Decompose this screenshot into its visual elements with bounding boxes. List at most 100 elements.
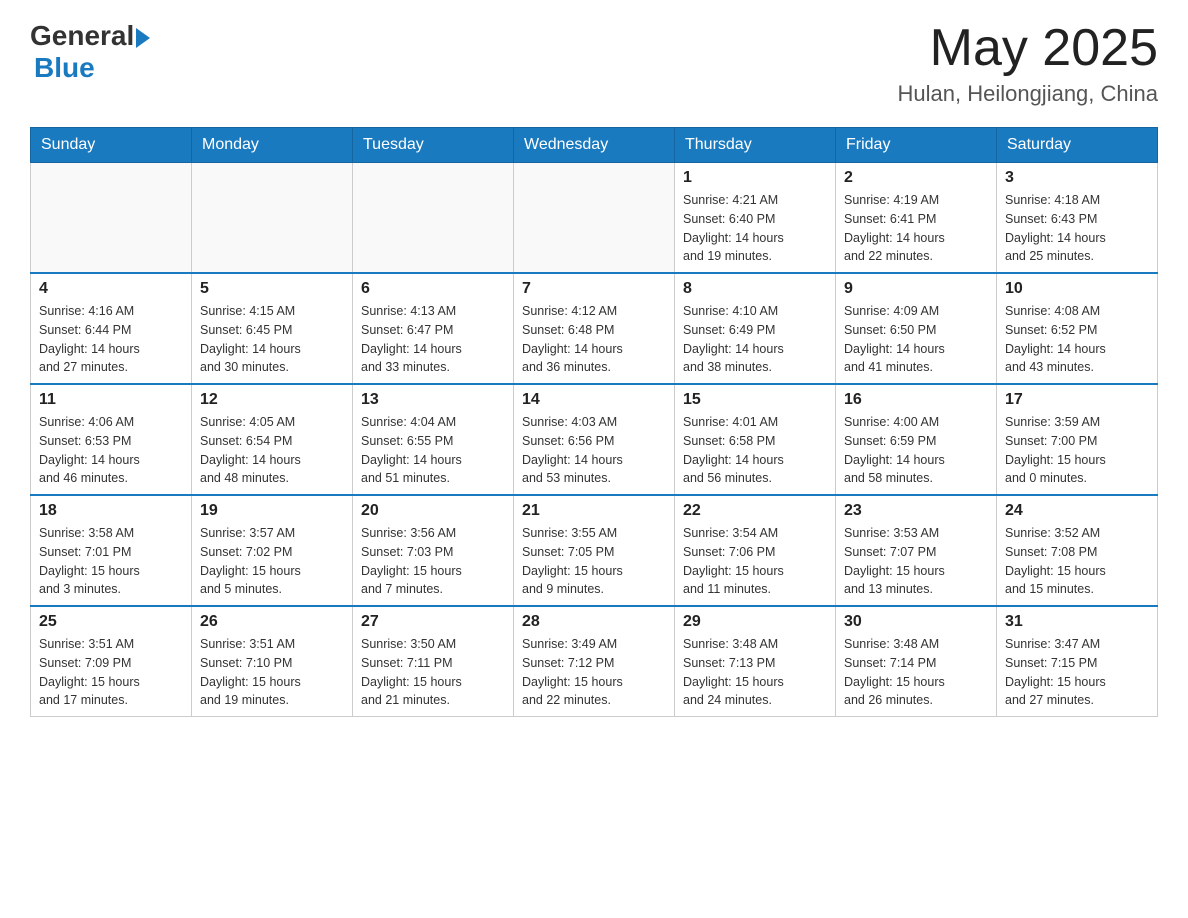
logo-arrow-icon — [136, 28, 150, 48]
day-of-week-header: Sunday — [31, 128, 192, 163]
day-of-week-header: Friday — [836, 128, 997, 163]
day-info: Sunrise: 3:59 AMSunset: 7:00 PMDaylight:… — [1005, 413, 1149, 488]
calendar-day-cell: 6 Sunrise: 4:13 AMSunset: 6:47 PMDaylight… — [353, 273, 514, 384]
calendar-day-cell: 19 Sunrise: 3:57 AMSunset: 7:02 PMDayligh… — [192, 495, 353, 606]
calendar-day-cell: 28 Sunrise: 3:49 AMSunset: 7:12 PMDayligh… — [514, 606, 675, 717]
day-number: 17 — [1005, 391, 1149, 409]
day-number: 3 — [1005, 169, 1149, 187]
day-number: 25 — [39, 613, 183, 631]
day-number: 11 — [39, 391, 183, 409]
day-info: Sunrise: 3:55 AMSunset: 7:05 PMDaylight:… — [522, 524, 666, 599]
calendar-week-row: 11 Sunrise: 4:06 AMSunset: 6:53 PMDayligh… — [31, 384, 1158, 495]
day-info: Sunrise: 4:00 AMSunset: 6:59 PMDaylight:… — [844, 413, 988, 488]
calendar-day-cell: 17 Sunrise: 3:59 AMSunset: 7:00 PMDayligh… — [997, 384, 1158, 495]
day-info: Sunrise: 3:48 AMSunset: 7:13 PMDaylight:… — [683, 635, 827, 710]
calendar-header-row: SundayMondayTuesdayWednesdayThursdayFrid… — [31, 128, 1158, 163]
calendar-day-cell: 31 Sunrise: 3:47 AMSunset: 7:15 PMDayligh… — [997, 606, 1158, 717]
day-info: Sunrise: 3:52 AMSunset: 7:08 PMDaylight:… — [1005, 524, 1149, 599]
calendar-day-cell: 5 Sunrise: 4:15 AMSunset: 6:45 PMDaylight… — [192, 273, 353, 384]
calendar-week-row: 18 Sunrise: 3:58 AMSunset: 7:01 PMDayligh… — [31, 495, 1158, 606]
day-info: Sunrise: 3:56 AMSunset: 7:03 PMDaylight:… — [361, 524, 505, 599]
logo-general-text: General — [30, 20, 134, 52]
calendar-day-cell: 22Sunrise: 3:54 AMSunset: 7:06 PMDayligh… — [675, 495, 836, 606]
calendar-day-cell — [353, 163, 514, 274]
day-info: Sunrise: 4:15 AMSunset: 6:45 PMDaylight:… — [200, 302, 344, 377]
page-header: General Blue May 2025 Hulan, Heilongjian… — [30, 20, 1158, 107]
day-info: Sunrise: 3:53 AMSunset: 7:07 PMDaylight:… — [844, 524, 988, 599]
day-number: 2 — [844, 169, 988, 187]
day-info: Sunrise: 4:10 AMSunset: 6:49 PMDaylight:… — [683, 302, 827, 377]
calendar-day-cell: 25 Sunrise: 3:51 AMSunset: 7:09 PMDayligh… — [31, 606, 192, 717]
day-info: Sunrise: 4:21 AMSunset: 6:40 PMDaylight:… — [683, 191, 827, 266]
calendar-day-cell — [514, 163, 675, 274]
day-of-week-header: Tuesday — [353, 128, 514, 163]
day-info: Sunrise: 4:08 AMSunset: 6:52 PMDaylight:… — [1005, 302, 1149, 377]
day-of-week-header: Thursday — [675, 128, 836, 163]
day-number: 27 — [361, 613, 505, 631]
day-number: 1 — [683, 169, 827, 187]
day-info: Sunrise: 3:51 AMSunset: 7:10 PMDaylight:… — [200, 635, 344, 710]
calendar-day-cell: 1 Sunrise: 4:21 AMSunset: 6:40 PMDaylight… — [675, 163, 836, 274]
day-number: 29 — [683, 613, 827, 631]
day-number: 31 — [1005, 613, 1149, 631]
day-info: Sunrise: 3:49 AMSunset: 7:12 PMDaylight:… — [522, 635, 666, 710]
day-number: 7 — [522, 280, 666, 298]
day-number: 13 — [361, 391, 505, 409]
calendar-day-cell: 27 Sunrise: 3:50 AMSunset: 7:11 PMDayligh… — [353, 606, 514, 717]
day-info: Sunrise: 3:50 AMSunset: 7:11 PMDaylight:… — [361, 635, 505, 710]
calendar-day-cell: 23 Sunrise: 3:53 AMSunset: 7:07 PMDayligh… — [836, 495, 997, 606]
day-info: Sunrise: 4:06 AMSunset: 6:53 PMDaylight:… — [39, 413, 183, 488]
day-number: 6 — [361, 280, 505, 298]
day-number: 24 — [1005, 502, 1149, 520]
calendar-day-cell: 13Sunrise: 4:04 AMSunset: 6:55 PMDayligh… — [353, 384, 514, 495]
day-number: 8 — [683, 280, 827, 298]
day-info: Sunrise: 3:51 AMSunset: 7:09 PMDaylight:… — [39, 635, 183, 710]
day-number: 10 — [1005, 280, 1149, 298]
day-number: 18 — [39, 502, 183, 520]
calendar-day-cell: 20 Sunrise: 3:56 AMSunset: 7:03 PMDayligh… — [353, 495, 514, 606]
day-number: 9 — [844, 280, 988, 298]
calendar-day-cell: 24 Sunrise: 3:52 AMSunset: 7:08 PMDayligh… — [997, 495, 1158, 606]
location-subtitle: Hulan, Heilongjiang, China — [898, 81, 1159, 107]
calendar-day-cell: 2 Sunrise: 4:19 AMSunset: 6:41 PMDaylight… — [836, 163, 997, 274]
calendar-day-cell: 4Sunrise: 4:16 AMSunset: 6:44 PMDaylight… — [31, 273, 192, 384]
calendar-week-row: 1 Sunrise: 4:21 AMSunset: 6:40 PMDaylight… — [31, 163, 1158, 274]
day-info: Sunrise: 3:58 AMSunset: 7:01 PMDaylight:… — [39, 524, 183, 599]
calendar-day-cell: 11 Sunrise: 4:06 AMSunset: 6:53 PMDayligh… — [31, 384, 192, 495]
calendar-day-cell: 3Sunrise: 4:18 AMSunset: 6:43 PMDaylight… — [997, 163, 1158, 274]
day-info: Sunrise: 4:13 AMSunset: 6:47 PMDaylight:… — [361, 302, 505, 377]
day-number: 4 — [39, 280, 183, 298]
day-number: 28 — [522, 613, 666, 631]
day-info: Sunrise: 4:03 AMSunset: 6:56 PMDaylight:… — [522, 413, 666, 488]
calendar-day-cell: 16Sunrise: 4:00 AMSunset: 6:59 PMDayligh… — [836, 384, 997, 495]
day-number: 5 — [200, 280, 344, 298]
month-year-title: May 2025 — [898, 20, 1159, 77]
day-info: Sunrise: 3:48 AMSunset: 7:14 PMDaylight:… — [844, 635, 988, 710]
day-number: 19 — [200, 502, 344, 520]
calendar-day-cell: 8 Sunrise: 4:10 AMSunset: 6:49 PMDaylight… — [675, 273, 836, 384]
day-number: 15 — [683, 391, 827, 409]
day-info: Sunrise: 4:19 AMSunset: 6:41 PMDaylight:… — [844, 191, 988, 266]
day-number: 30 — [844, 613, 988, 631]
day-of-week-header: Saturday — [997, 128, 1158, 163]
day-number: 12 — [200, 391, 344, 409]
day-number: 21 — [522, 502, 666, 520]
title-section: May 2025 Hulan, Heilongjiang, China — [898, 20, 1159, 107]
day-number: 23 — [844, 502, 988, 520]
day-info: Sunrise: 3:47 AMSunset: 7:15 PMDaylight:… — [1005, 635, 1149, 710]
calendar-day-cell: 9 Sunrise: 4:09 AMSunset: 6:50 PMDaylight… — [836, 273, 997, 384]
calendar-day-cell: 29 Sunrise: 3:48 AMSunset: 7:13 PMDayligh… — [675, 606, 836, 717]
logo: General Blue — [30, 20, 150, 84]
day-of-week-header: Monday — [192, 128, 353, 163]
calendar-table: SundayMondayTuesdayWednesdayThursdayFrid… — [30, 127, 1158, 717]
calendar-day-cell: 21 Sunrise: 3:55 AMSunset: 7:05 PMDayligh… — [514, 495, 675, 606]
day-info: Sunrise: 4:05 AMSunset: 6:54 PMDaylight:… — [200, 413, 344, 488]
calendar-week-row: 4Sunrise: 4:16 AMSunset: 6:44 PMDaylight… — [31, 273, 1158, 384]
calendar-day-cell — [31, 163, 192, 274]
day-info: Sunrise: 3:54 AMSunset: 7:06 PMDaylight:… — [683, 524, 827, 599]
day-info: Sunrise: 4:09 AMSunset: 6:50 PMDaylight:… — [844, 302, 988, 377]
day-number: 20 — [361, 502, 505, 520]
day-info: Sunrise: 3:57 AMSunset: 7:02 PMDaylight:… — [200, 524, 344, 599]
logo-blue-text: Blue — [34, 52, 95, 84]
day-number: 26 — [200, 613, 344, 631]
